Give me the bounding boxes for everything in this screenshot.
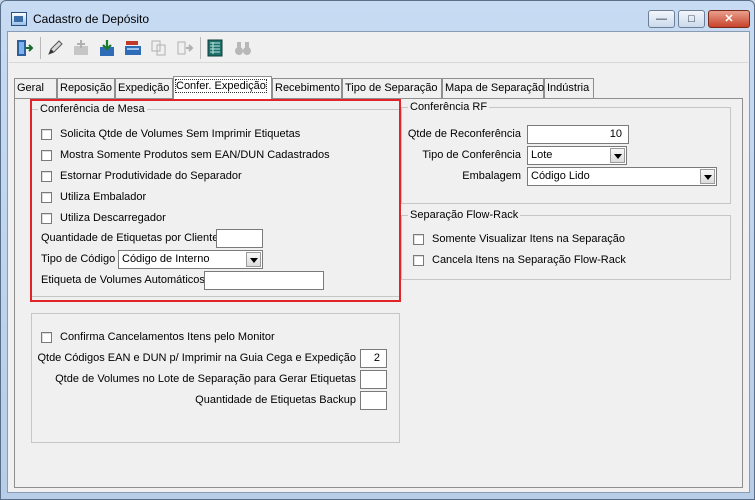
embalagem-label: Embalagem: [462, 170, 521, 182]
close-button[interactable]: ✕: [708, 10, 750, 28]
tipo-codigo-label: Tipo de Código: [41, 253, 116, 265]
tab-industria[interactable]: Indústria: [544, 78, 594, 98]
window-title: Cadastro de Depósito: [33, 12, 150, 26]
checkbox-cancela-itens[interactable]: Cancela Itens na Separação Flow-Rack: [413, 253, 626, 267]
embalagem-select[interactable]: Código Lido: [527, 167, 717, 186]
tab-recebimento[interactable]: Recebimento: [272, 78, 342, 98]
title-bar[interactable]: Cadastro de Depósito — □ ✕: [1, 1, 754, 35]
toolbar: [9, 33, 748, 63]
backup-label: Quantidade de Etiquetas Backup: [195, 394, 356, 406]
tipo-conferencia-label: Tipo de Conferência: [422, 149, 521, 161]
checkbox-utiliza-descarregador[interactable]: Utiliza Descarregador: [41, 211, 166, 225]
maximize-button[interactable]: □: [678, 10, 705, 28]
tab-geral[interactable]: Geral: [14, 78, 57, 98]
tab-confer-expedicao[interactable]: Confer. Expedição: [173, 76, 272, 99]
checkbox-utiliza-embalador[interactable]: Utiliza Embalador: [41, 190, 146, 204]
chevron-down-icon[interactable]: [700, 169, 715, 184]
tipo-codigo-select[interactable]: Código de Interno: [118, 250, 263, 269]
qtde-reconferencia-input[interactable]: 10: [527, 125, 629, 144]
add-icon[interactable]: [69, 36, 93, 60]
move-icon[interactable]: [173, 36, 197, 60]
ean-dun-label: Qtde Códigos EAN e DUN p/ Imprimir na Gu…: [37, 352, 356, 364]
etiqueta-volumes-input[interactable]: [204, 271, 324, 290]
copy-icon[interactable]: [147, 36, 171, 60]
table-icon[interactable]: [203, 36, 227, 60]
group-legend: Separação Flow-Rack: [408, 209, 521, 221]
checkbox-confirma-cancelamentos[interactable]: Confirma Cancelamentos Itens pelo Monito…: [41, 330, 275, 344]
backup-input[interactable]: [360, 391, 387, 410]
tipo-conferencia-select[interactable]: Lote: [527, 146, 627, 165]
save-icon[interactable]: [95, 36, 119, 60]
tab-expedicao[interactable]: Expedição: [115, 78, 173, 98]
chevron-down-icon[interactable]: [246, 252, 261, 267]
qtde-reconferencia-label: Qtde de Reconferência: [407, 128, 521, 140]
volumes-lote-label: Qtde de Volumes no Lote de Separação par…: [55, 373, 356, 385]
checkbox-estornar[interactable]: Estornar Produtividade do Separador: [41, 169, 242, 183]
checkbox-somente-visualizar[interactable]: Somente Visualizar Itens na Separação: [413, 232, 625, 246]
edit-icon[interactable]: [43, 36, 67, 60]
etiqueta-volumes-label: Etiqueta de Volumes Automáticos: [41, 274, 205, 286]
volumes-lote-input[interactable]: [360, 370, 387, 389]
open-icon[interactable]: [121, 36, 145, 60]
client-area: Geral Reposição Expedição Confer. Expedi…: [7, 31, 750, 493]
tab-mapa-separacao[interactable]: Mapa de Separação: [442, 78, 544, 98]
qtd-etiquetas-label: Quantidade de Etiquetas por Cliente: [41, 232, 219, 244]
minimize-button[interactable]: —: [648, 10, 675, 28]
qtd-etiquetas-input[interactable]: [216, 229, 263, 248]
ean-dun-input[interactable]: 2: [360, 349, 387, 368]
tab-reposicao[interactable]: Reposição: [57, 78, 115, 98]
checkbox-mostra-somente[interactable]: Mostra Somente Produtos sem EAN/DUN Cada…: [41, 148, 330, 162]
checkbox-solicita-qtde[interactable]: Solicita Qtde de Volumes Sem Imprimir Et…: [41, 127, 300, 141]
group-legend: Conferência RF: [408, 101, 490, 113]
app-icon: [11, 12, 27, 26]
app-window: Cadastro de Depósito — □ ✕ Geral Reposiç…: [0, 0, 755, 500]
tab-tipo-separacao[interactable]: Tipo de Separação: [342, 78, 442, 98]
chevron-down-icon[interactable]: [610, 148, 625, 163]
tab-panel: Conferência de Mesa Solicita Qtde de Vol…: [14, 98, 743, 488]
flow-rack-group: Separação Flow-Rack: [401, 209, 731, 280]
exit-icon[interactable]: [13, 36, 37, 60]
binoculars-icon[interactable]: [231, 36, 255, 60]
